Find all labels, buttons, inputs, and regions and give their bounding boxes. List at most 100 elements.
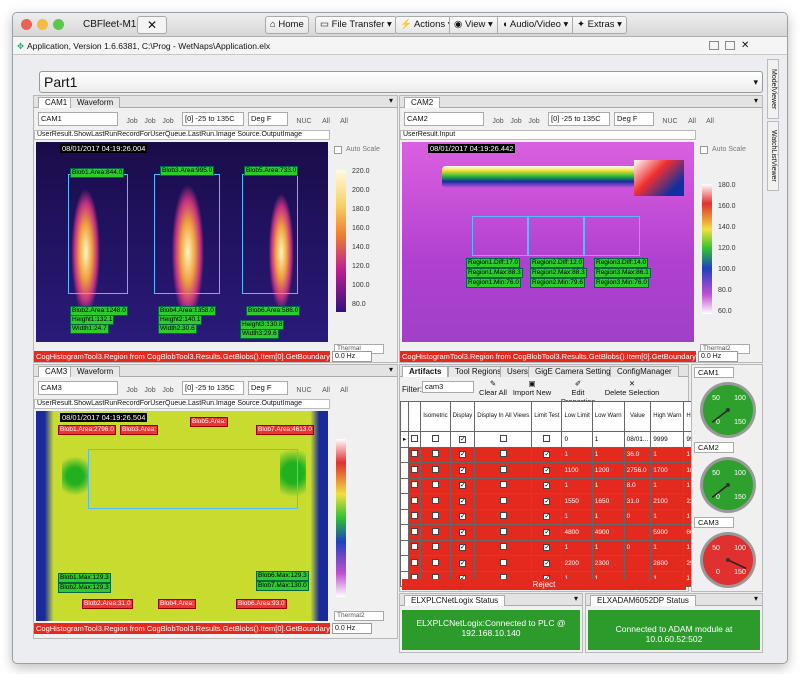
display-all-views-checkbox[interactable] xyxy=(474,493,533,510)
checkbox[interactable] xyxy=(499,496,507,504)
limit-test-checkbox[interactable]: ✓ xyxy=(531,555,563,572)
low-limit-cell[interactable]: 1100 xyxy=(561,462,593,479)
display-checkbox[interactable]: ✓ xyxy=(449,431,476,448)
isometric-checkbox[interactable] xyxy=(420,493,451,510)
select-checkbox[interactable] xyxy=(408,524,422,541)
gauge-tab[interactable]: CAM3 xyxy=(694,517,734,528)
range-select[interactable]: [0] -25 to 135C xyxy=(182,381,244,395)
gauge-tab[interactable]: CAM1 xyxy=(694,367,734,378)
tab-waveform[interactable]: Waveform xyxy=(70,366,121,377)
value-cell[interactable] xyxy=(623,555,652,572)
checkbox[interactable] xyxy=(411,465,419,473)
job-tool-button[interactable]: Job xyxy=(160,118,176,125)
column-header[interactable]: Limit Test xyxy=(531,401,563,432)
column-header[interactable]: Low Warn xyxy=(591,401,625,432)
row-marker[interactable] xyxy=(399,446,410,463)
side-tab-model-viewer[interactable]: ModelViewer xyxy=(767,59,779,119)
display-checkbox[interactable]: ✓ xyxy=(449,508,476,525)
checkbox[interactable]: ✓ xyxy=(543,466,551,474)
range-select[interactable]: [0] -25 to 135C xyxy=(548,112,610,126)
display-all-views-checkbox[interactable] xyxy=(474,477,533,494)
value-cell[interactable]: 31.0 xyxy=(623,493,652,510)
tab-waveform[interactable]: Waveform xyxy=(70,97,121,108)
checkbox[interactable] xyxy=(499,558,507,566)
table-row[interactable]: ▸✓0108/01...99999999 xyxy=(399,431,717,448)
pane-menu-icon[interactable]: ▾ xyxy=(389,96,393,105)
checkbox[interactable]: ✓ xyxy=(458,544,466,552)
image-source-path[interactable]: UserResult.Input xyxy=(400,130,696,140)
all-button[interactable]: All xyxy=(336,118,352,125)
isometric-checkbox[interactable] xyxy=(420,539,451,556)
tab-cam2[interactable]: CAM2 xyxy=(404,97,441,108)
low-warn-cell[interactable]: 1200 xyxy=(591,462,625,479)
close-tab-button[interactable]: ✕ xyxy=(137,16,167,34)
job-tool-button[interactable]: Job xyxy=(160,387,176,394)
checkbox[interactable]: ✓ xyxy=(543,497,551,505)
filter-input[interactable]: cam3 xyxy=(422,381,474,393)
tab-adam-status[interactable]: ELXADAM6052DP Status xyxy=(590,595,696,606)
camera-select[interactable]: CAM1 xyxy=(38,112,118,126)
checkbox[interactable] xyxy=(431,512,439,520)
checkbox[interactable]: ✓ xyxy=(458,451,466,459)
isometric-checkbox[interactable] xyxy=(420,555,451,572)
tab-plc-status[interactable]: ELXPLCNetLogix Status xyxy=(404,595,506,606)
select-checkbox[interactable] xyxy=(408,446,422,463)
low-warn-cell[interactable]: 1 xyxy=(591,539,625,556)
pane-menu-icon[interactable]: ▾ xyxy=(574,594,578,603)
tab-config-manager[interactable]: ConfigManager xyxy=(610,366,679,377)
checkbox[interactable] xyxy=(431,434,439,442)
row-marker[interactable] xyxy=(399,493,410,510)
checkbox[interactable] xyxy=(499,512,507,520)
checkbox[interactable] xyxy=(431,450,439,458)
checkbox[interactable] xyxy=(411,450,419,458)
nuc-button[interactable]: NUC xyxy=(296,387,312,394)
value-cell[interactable]: 2756.0 xyxy=(623,462,652,479)
high-warn-cell[interactable]: 1 xyxy=(650,539,685,556)
display-all-views-checkbox[interactable] xyxy=(474,524,533,541)
table-row[interactable]: ✓✓4800490059006000 xyxy=(399,524,717,541)
checkbox[interactable]: ✓ xyxy=(543,544,551,552)
display-all-views-checkbox[interactable] xyxy=(474,508,533,525)
checkbox[interactable] xyxy=(431,465,439,473)
close-icon[interactable]: ✕ xyxy=(741,37,749,55)
isometric-checkbox[interactable] xyxy=(420,524,451,541)
row-marker[interactable] xyxy=(399,524,410,541)
checkbox[interactable]: ✓ xyxy=(543,559,551,567)
home-button[interactable]: ⌂ Home xyxy=(265,16,309,34)
checkbox[interactable] xyxy=(411,512,419,520)
high-warn-cell[interactable]: 2100 xyxy=(650,493,685,510)
unit-select[interactable]: Deg F xyxy=(248,381,288,395)
camera-select[interactable]: CAM2 xyxy=(404,112,484,126)
display-checkbox[interactable]: ✓ xyxy=(449,462,476,479)
all-button[interactable]: All xyxy=(318,387,334,394)
nuc-button[interactable]: NUC xyxy=(662,118,678,125)
isometric-checkbox[interactable] xyxy=(420,431,451,448)
gauge-tab[interactable]: CAM2 xyxy=(694,442,734,453)
isometric-checkbox[interactable] xyxy=(420,462,451,479)
actions-button[interactable]: ⚡ Actions ▾ xyxy=(395,16,457,34)
display-all-views-checkbox[interactable] xyxy=(474,462,533,479)
high-warn-cell[interactable]: 1 xyxy=(650,477,685,494)
limit-test-checkbox[interactable] xyxy=(531,431,563,448)
limit-test-checkbox[interactable]: ✓ xyxy=(531,539,563,556)
column-header[interactable]: Display In All Views xyxy=(474,401,533,432)
checkbox[interactable] xyxy=(431,558,439,566)
low-warn-cell[interactable]: 1650 xyxy=(591,493,625,510)
column-header[interactable]: Value xyxy=(623,401,652,432)
row-marker[interactable] xyxy=(399,539,410,556)
job-tool-button[interactable]: Job xyxy=(142,118,158,125)
display-checkbox[interactable]: ✓ xyxy=(449,493,476,510)
checkbox[interactable] xyxy=(431,543,439,551)
checkbox[interactable] xyxy=(499,434,507,442)
palette-select[interactable]: Thermal2 xyxy=(334,611,384,621)
auto-scale-checkbox[interactable] xyxy=(334,146,342,154)
display-all-views-checkbox[interactable] xyxy=(474,431,533,448)
checkbox[interactable] xyxy=(499,465,507,473)
import-new-button[interactable]: ▣ Import New xyxy=(512,379,552,397)
column-header[interactable]: Display xyxy=(449,401,476,432)
checkbox[interactable] xyxy=(499,543,507,551)
image-source-path[interactable]: UserResult.ShowLastRunRecordForUserQueue… xyxy=(34,130,330,140)
value-cell[interactable]: 36.0 xyxy=(623,446,652,463)
all-button[interactable]: All xyxy=(318,118,334,125)
clear-all-button[interactable]: ✎ Clear All xyxy=(478,379,508,397)
